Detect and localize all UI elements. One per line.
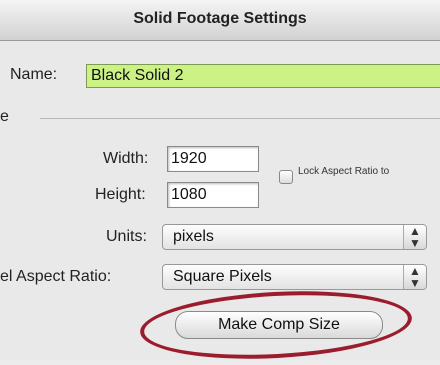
- select-arrows-icon: ▲ ▼: [403, 265, 426, 289]
- make-comp-size-button[interactable]: Make Comp Size: [175, 311, 383, 339]
- lock-aspect-checkbox[interactable]: [279, 170, 293, 184]
- size-group-label: e: [0, 108, 9, 125]
- pixel-aspect-ratio-value: Square Pixels: [173, 268, 272, 285]
- dialog-title: Solid Footage Settings: [133, 10, 307, 27]
- lock-aspect-label: Lock Aspect Ratio to: [298, 166, 390, 177]
- units-label: Units:: [106, 228, 147, 245]
- name-label: Name:: [10, 66, 58, 83]
- units-select[interactable]: pixels ▲ ▼: [162, 224, 427, 250]
- width-field[interactable]: 1920: [167, 146, 259, 172]
- size-group-divider: [40, 118, 440, 119]
- pixel-aspect-ratio-select[interactable]: Square Pixels ▲ ▼: [162, 264, 427, 290]
- title-bar: Solid Footage Settings: [0, 0, 440, 41]
- height-label: Height:: [95, 186, 146, 203]
- name-input[interactable]: Black Solid 2: [86, 64, 440, 88]
- width-label: Width:: [103, 150, 149, 167]
- units-select-value: pixels: [173, 228, 214, 245]
- height-field[interactable]: 1080: [167, 182, 259, 208]
- pixel-aspect-ratio-label: el Aspect Ratio:: [0, 268, 112, 285]
- select-arrows-icon: ▲ ▼: [403, 225, 426, 249]
